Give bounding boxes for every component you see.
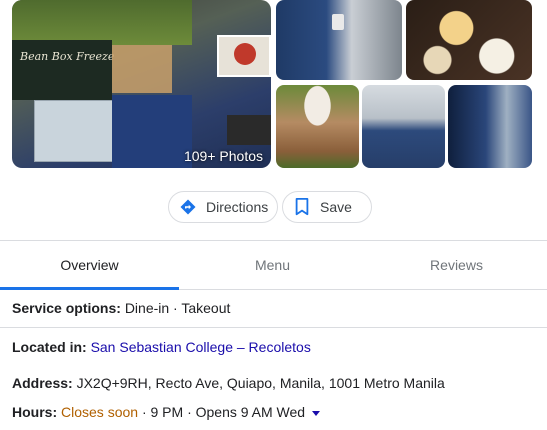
store-logo-icon [332, 14, 344, 30]
photo-thumbnail-hallway[interactable] [448, 85, 532, 168]
photo-detail-painting [217, 35, 271, 77]
directions-icon [178, 197, 198, 217]
save-button[interactable]: Save [282, 191, 372, 223]
photo-thumbnail-drink[interactable] [276, 85, 359, 168]
photo-thumbnail-exterior[interactable] [362, 85, 445, 168]
hours-status: Closes soon [61, 404, 139, 420]
located-in-row: Located in: San Sebastian College – Reco… [12, 339, 311, 355]
photo-detail-chalkboard [12, 40, 112, 100]
hours-detail: · 9 PM · Opens 9 AM Wed [141, 404, 306, 420]
tab-reviews[interactable]: Reviews [366, 241, 547, 289]
bookmark-icon [292, 197, 312, 217]
divider [0, 327, 547, 328]
address-label: Address: [12, 375, 73, 391]
main-photo[interactable]: Bean Box Freeze 109+ Photos [12, 0, 271, 168]
hours-expand-icon[interactable] [311, 410, 320, 416]
directions-button[interactable]: Directions [168, 191, 278, 223]
photo-detail-counter [112, 95, 192, 168]
photo-thumbnail-food[interactable] [406, 0, 532, 80]
located-in-link[interactable]: San Sebastian College – Recoletos [91, 339, 311, 355]
save-label: Save [320, 199, 352, 215]
photo-sign-text: Bean Box Freeze [20, 50, 115, 63]
photo-gallery: Bean Box Freeze 109+ Photos [0, 0, 547, 170]
photo-detail-wall [12, 0, 192, 45]
tab-menu[interactable]: Menu [179, 241, 366, 289]
photo-count-label: 109+ Photos [183, 148, 263, 164]
hours-row: Hours: Closes soon · 9 PM · Opens 9 AM W… [12, 404, 320, 420]
photo-detail-shelf [112, 45, 172, 93]
photo-detail-display-case [34, 100, 114, 162]
address-row: Address: JX2Q+9RH, Recto Ave, Quiapo, Ma… [12, 375, 445, 391]
directions-label: Directions [206, 199, 269, 215]
photo-detail-sofa [227, 115, 271, 145]
located-in-label: Located in: [12, 339, 87, 355]
photo-thumbnail-storefront[interactable] [276, 0, 402, 80]
address-value: JX2Q+9RH, Recto Ave, Quiapo, Manila, 100… [76, 375, 445, 391]
tab-overview[interactable]: Overview [0, 241, 179, 290]
service-options-value: Dine-in · Takeout [124, 300, 231, 316]
service-options-label: Service options: [12, 300, 121, 316]
hours-label: Hours: [12, 404, 58, 420]
service-options-row: Service options: Dine-in · Takeout [12, 300, 230, 316]
tab-bar: Overview Menu Reviews [0, 240, 547, 290]
